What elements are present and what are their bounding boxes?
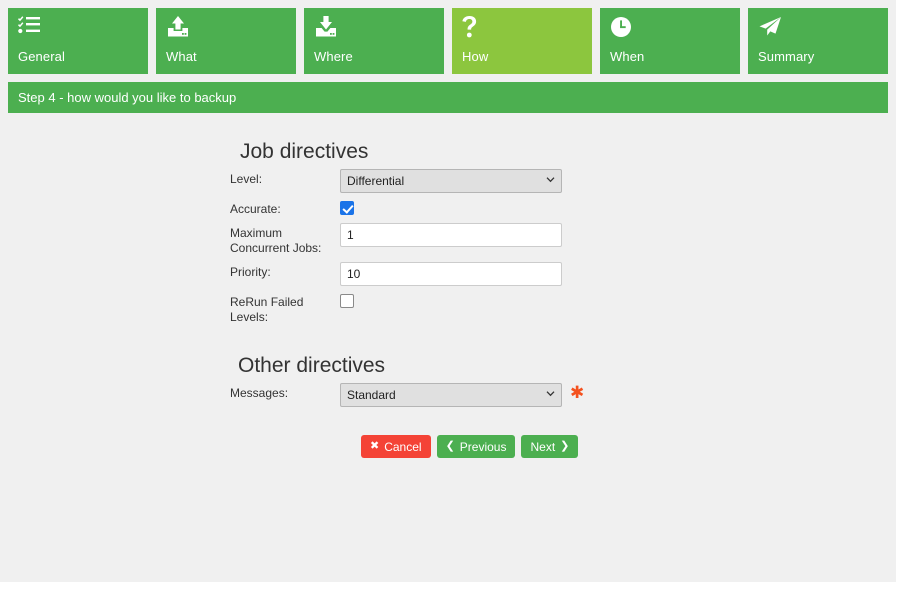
wizard-tab-general[interactable]: General (8, 8, 148, 74)
max-concurrent-jobs-label: Maximum Concurrent Jobs: (230, 223, 340, 256)
wizard-tab-label: What (166, 49, 197, 64)
wizard-tab-label: Where (314, 49, 353, 64)
wizard-tab-when[interactable]: When (600, 8, 740, 74)
priority-input[interactable] (340, 262, 562, 286)
messages-select[interactable]: Standard (340, 383, 562, 407)
step-banner: Step 4 - how would you like to backup (8, 82, 888, 113)
question-mark-icon (462, 16, 582, 44)
priority-label: Priority: (230, 262, 340, 280)
accurate-control (340, 199, 354, 215)
wizard-tab-summary[interactable]: Summary (748, 8, 888, 74)
form-row-messages: Messages: Standard ✱ (0, 383, 896, 407)
wizard-tab-how[interactable]: How (452, 8, 592, 74)
form-row-level: Level: Differential (0, 169, 896, 193)
form-row-max-concurrent-jobs: Maximum Concurrent Jobs: (0, 223, 896, 256)
wizard-tab-what[interactable]: What (156, 8, 296, 74)
download-icon (314, 16, 434, 44)
chevron-left-icon: ❮ (446, 441, 455, 452)
max-concurrent-jobs-control (340, 223, 562, 247)
previous-button[interactable]: ❮ Previous (437, 435, 516, 458)
other-directives-title: Other directives (0, 331, 896, 383)
form-row-priority: Priority: (0, 262, 896, 286)
cancel-button[interactable]: ✖ Cancel (361, 435, 431, 458)
rerun-failed-levels-label: ReRun Failed Levels: (230, 292, 340, 325)
required-asterisk-icon: ✱ (570, 384, 584, 401)
wizard-page: General What W (0, 0, 896, 582)
accurate-label: Accurate: (230, 199, 340, 217)
wizard-tab-where[interactable]: Where (304, 8, 444, 74)
cancel-button-label: Cancel (384, 441, 421, 453)
accurate-checkbox[interactable] (340, 201, 354, 215)
upload-icon (166, 16, 286, 44)
tasks-checklist-icon (18, 16, 138, 44)
previous-button-label: Previous (460, 441, 507, 453)
level-label: Level: (230, 169, 340, 187)
wizard-tab-bar: General What W (0, 0, 896, 74)
rerun-failed-levels-checkbox[interactable] (340, 294, 354, 308)
paper-plane-icon (758, 16, 878, 44)
wizard-tab-label: How (462, 49, 488, 64)
level-select[interactable]: Differential (340, 169, 562, 193)
wizard-tab-label: General (18, 49, 65, 64)
form-row-rerun-failed-levels: ReRun Failed Levels: (0, 292, 896, 325)
messages-label: Messages: (230, 383, 340, 401)
close-icon: ✖ (370, 441, 379, 452)
level-control: Differential (340, 169, 562, 193)
form-row-accurate: Accurate: (0, 199, 896, 217)
priority-control (340, 262, 562, 286)
next-button[interactable]: Next ❯ (521, 435, 578, 458)
clock-icon (610, 16, 730, 44)
wizard-button-row: ✖ Cancel ❮ Previous Next ❯ (0, 413, 896, 458)
wizard-tab-label: Summary (758, 49, 814, 64)
wizard-tab-label: When (610, 49, 644, 64)
next-button-label: Next (530, 441, 555, 453)
max-concurrent-jobs-input[interactable] (340, 223, 562, 247)
rerun-failed-levels-control (340, 292, 354, 308)
messages-control: Standard ✱ (340, 383, 562, 407)
job-directives-title: Job directives (0, 129, 896, 169)
chevron-right-icon: ❯ (560, 441, 569, 452)
wizard-form: Job directives Level: Differential Accur… (0, 113, 896, 458)
